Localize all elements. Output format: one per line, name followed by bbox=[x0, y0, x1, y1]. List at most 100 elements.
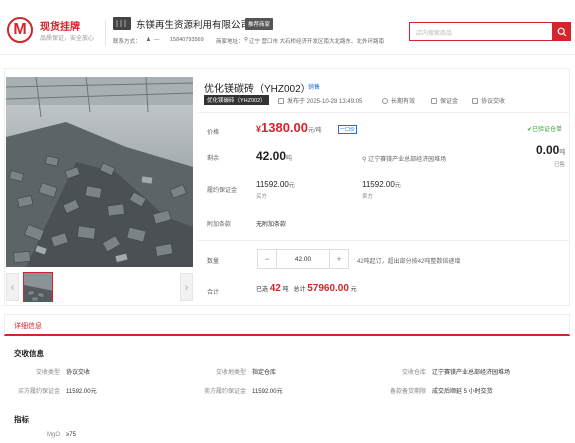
delivery-place-value: 指定仓库 bbox=[252, 370, 277, 376]
divider bbox=[198, 112, 570, 113]
logo-icon[interactable]: M bbox=[7, 17, 33, 43]
price-label: 价格 bbox=[207, 130, 220, 136]
validity: 长期有效 bbox=[382, 96, 415, 105]
calendar-icon bbox=[278, 98, 284, 104]
total-prefix: 总计 bbox=[293, 287, 306, 293]
spec-section-title: 指标 bbox=[14, 415, 29, 424]
seller-deposit-number: 11592.00 bbox=[362, 180, 395, 189]
seller-deposit-row: 卖方履约保证金 11592.00元 bbox=[196, 386, 283, 395]
qty-plus-button[interactable]: + bbox=[330, 250, 348, 268]
divider bbox=[198, 240, 570, 241]
seller-deposit-label: 卖方履约保证金 bbox=[203, 389, 246, 395]
seller-deposit-unit: 元 bbox=[394, 183, 401, 189]
delivery-mode: 协议交收 bbox=[472, 96, 505, 105]
sold-number: 0.00 bbox=[536, 143, 560, 157]
mgo-value: ≥75 bbox=[66, 432, 76, 438]
brand-title[interactable]: 现货挂牌 bbox=[40, 18, 80, 33]
certified-badge: ✔已验证仓单 bbox=[527, 124, 562, 133]
selected-qty: 42 bbox=[269, 283, 281, 294]
publish-date-text: 发布于 2025-10-28 13:49:05 bbox=[287, 99, 363, 105]
buyer-deposit-unit: 元 bbox=[288, 183, 295, 189]
buyer-deposit-label: 买方履约保证金 bbox=[17, 389, 60, 395]
extra-label: 附加条款 bbox=[207, 222, 232, 228]
category-tag: 优化镁碳砖（YHZ002） bbox=[204, 95, 269, 105]
brand-slogan: 品质保证，安全放心 bbox=[40, 36, 95, 42]
company-address: 辽宁 营口市 大石桥经济开发区南大北路东、北外环路南 bbox=[249, 39, 385, 45]
buyer-deposit: 11592.00元 bbox=[256, 180, 295, 189]
qty-label: 数量 bbox=[207, 259, 220, 265]
location: ⚲ 辽宁赛镁产业总部经济园堆场 bbox=[362, 154, 446, 163]
search-button[interactable] bbox=[552, 22, 571, 41]
company-name[interactable]: 东镁再生资源利用有限公司 bbox=[136, 17, 250, 31]
shield-icon bbox=[431, 98, 437, 104]
clock-icon bbox=[382, 98, 388, 104]
qty-note: 42吨起订，超出部分按42吨整数倍递增 bbox=[357, 259, 461, 265]
delivery-period-label: 备款备货期限 bbox=[389, 389, 426, 395]
delivery-mode-text: 协议交收 bbox=[481, 99, 506, 105]
buyer-deposit-row: 买方履约保证金 11592.00元 bbox=[10, 386, 97, 395]
address-label: 商家地址： bbox=[216, 39, 244, 45]
guarantee: 保证金 bbox=[431, 96, 458, 105]
detail-tab-bar bbox=[4, 314, 570, 336]
seller-deposit-value: 11592.00元 bbox=[252, 389, 283, 395]
search-icon bbox=[557, 27, 566, 36]
delivery-type-value: 协议交收 bbox=[66, 370, 91, 376]
selected-prefix: 已选 bbox=[256, 287, 269, 293]
remaining-label: 剩余 bbox=[207, 156, 220, 162]
quantity-stepper[interactable]: − 42.00 + bbox=[257, 249, 349, 269]
product-title: 优化镁碳砖（YHZ002） bbox=[204, 84, 311, 95]
publish-date: 发布于 2025-10-28 13:49:05 bbox=[278, 96, 362, 105]
shop-icon bbox=[113, 17, 131, 30]
minus-icon: − bbox=[264, 254, 270, 264]
sold-label: 已售 bbox=[554, 162, 566, 168]
delivery-section-title: 交收信息 bbox=[14, 349, 44, 358]
mgo-label: MgO bbox=[46, 432, 60, 438]
thumb-next-button[interactable]: › bbox=[180, 273, 193, 301]
qty-minus-button[interactable]: − bbox=[258, 250, 276, 268]
product-image[interactable] bbox=[6, 77, 193, 267]
header-divider bbox=[105, 20, 106, 46]
total-unit: 元 bbox=[350, 287, 357, 293]
warehouse-value: 辽宁赛镁产业总部经济园堆场 bbox=[432, 370, 511, 376]
total-label: 合计 bbox=[207, 290, 220, 296]
qty-input[interactable]: 42.00 bbox=[276, 250, 330, 268]
delivery-place: 交收地类型 指定仓库 bbox=[196, 367, 276, 376]
search-input[interactable]: 店内搜索商品 bbox=[409, 22, 552, 41]
tab-detail[interactable]: 详细信息 bbox=[14, 321, 42, 331]
remaining-value: 42.00吨 bbox=[256, 149, 292, 163]
buyer-deposit-value: 11592.00元 bbox=[66, 389, 97, 395]
header-separator bbox=[0, 54, 575, 55]
selected-unit: 吨 bbox=[282, 287, 289, 293]
sold-unit: 吨 bbox=[559, 150, 566, 156]
spec-mgo: MgO ≥75 bbox=[10, 432, 76, 438]
remaining-number: 42.00 bbox=[256, 149, 287, 163]
remaining-unit: 吨 bbox=[286, 156, 293, 162]
seller-deposit: 11592.00元 bbox=[362, 180, 401, 189]
certified-text: 已验证仓单 bbox=[532, 127, 563, 133]
deposit-label: 履约保证金 bbox=[207, 188, 238, 194]
extra-value: 无附加条款 bbox=[256, 222, 287, 228]
buyer-deposit-number: 11592.00 bbox=[256, 180, 289, 189]
delivery-place-label: 交收地类型 bbox=[215, 370, 246, 376]
seller-label: 卖方 bbox=[362, 194, 374, 200]
thumb-prev-button[interactable]: ‹ bbox=[6, 273, 19, 301]
person-icon: ♟ bbox=[146, 37, 151, 43]
handshake-icon bbox=[472, 98, 478, 104]
price-value: ¥1380.00元/吨 bbox=[256, 120, 322, 135]
price-number: 1380.00 bbox=[261, 120, 309, 135]
status-tag: 销售 bbox=[308, 85, 321, 91]
chevron-left-icon: ‹ bbox=[10, 281, 15, 293]
location-icon: ⚲ bbox=[244, 37, 249, 43]
chevron-right-icon: › bbox=[184, 281, 189, 293]
price-unit: 元/吨 bbox=[308, 128, 322, 134]
contact-person: — bbox=[154, 37, 160, 43]
location-text: 辽宁赛镁产业总部经济园堆场 bbox=[368, 157, 447, 163]
delivery-period-value: 成交后顺延 5 小时交货 bbox=[432, 389, 493, 395]
delivery-type: 交收类型 协议交收 bbox=[10, 367, 90, 376]
warehouse: 交收仓库 辽宁赛镁产业总部经济园堆场 bbox=[376, 367, 510, 376]
guarantee-text: 保证金 bbox=[440, 99, 459, 105]
contact-phone: 15840793569 bbox=[170, 37, 204, 43]
total-amount: 57960.00 bbox=[307, 283, 349, 294]
plus-icon: + bbox=[336, 254, 342, 264]
thumbnail[interactable] bbox=[23, 272, 53, 302]
